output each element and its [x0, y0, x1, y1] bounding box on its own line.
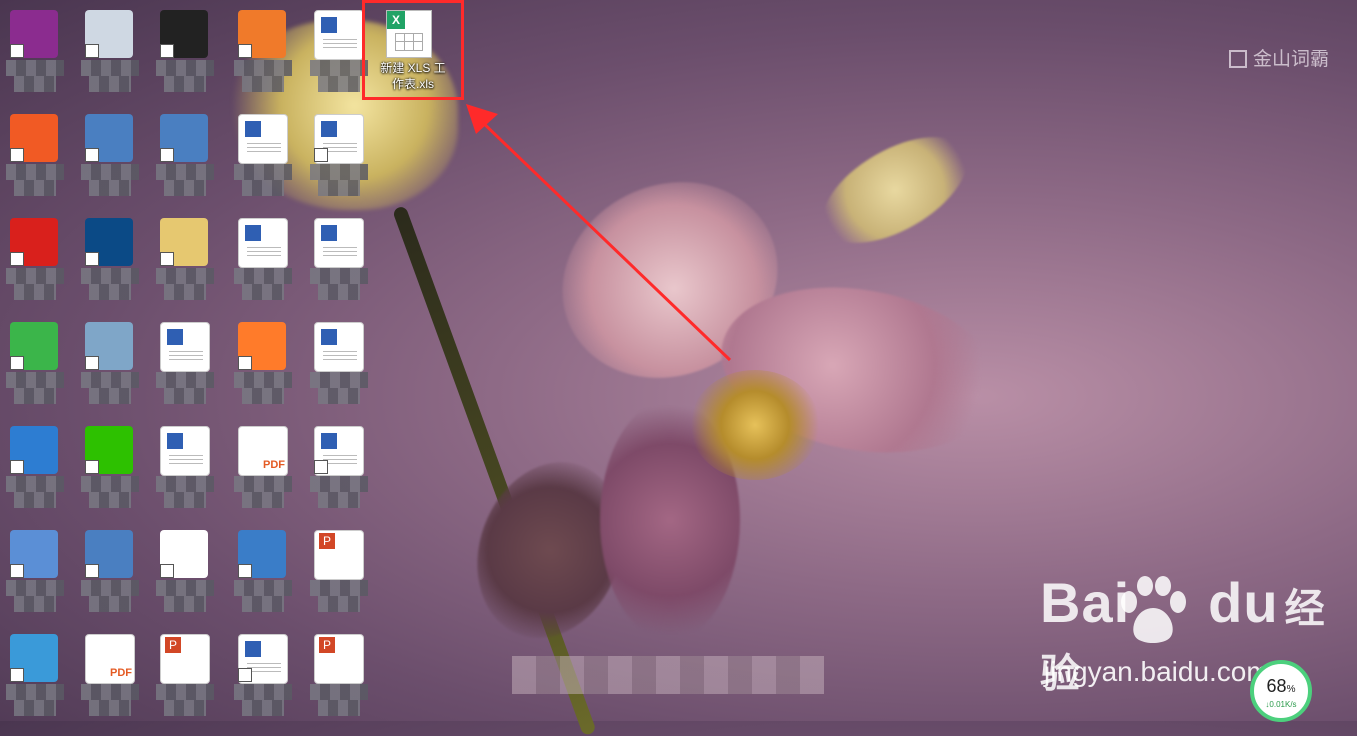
- network-monitor-widget[interactable]: 68% ↓0.01K/s: [1250, 660, 1312, 722]
- baidu-paw-icon: [1121, 576, 1186, 643]
- net-percent-sign: %: [1286, 684, 1296, 695]
- baidu-brand2: du: [1208, 571, 1279, 634]
- kingsoft-watermark: 金山词霸: [1228, 44, 1329, 71]
- arrow-head: [466, 104, 498, 134]
- kingsoft-watermark-text: 金山词霸: [1252, 49, 1329, 70]
- kingsoft-logo-icon: [1228, 50, 1247, 68]
- net-percent-value: 68: [1266, 676, 1287, 696]
- blurred-region: [512, 656, 824, 694]
- arrow-line: [476, 116, 732, 362]
- net-speed: ↓0.01K/s: [1265, 700, 1297, 709]
- baidu-url: jingyan.baidu.com: [1044, 656, 1270, 687]
- net-percent: 68%: [1254, 676, 1308, 697]
